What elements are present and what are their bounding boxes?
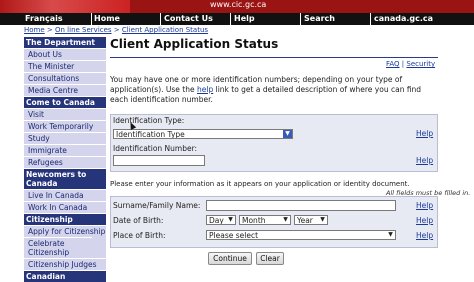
- top-links: FAQ | Security: [386, 60, 435, 68]
- sidebar-heading-canadian: Canadian: [24, 270, 106, 282]
- pob-select[interactable]: Please select ▼: [206, 230, 396, 240]
- site-url: www.cic.gc.ca: [210, 0, 267, 9]
- pob-value: Please select: [209, 231, 259, 240]
- identification-type-select[interactable]: Identification Type ▼: [113, 129, 293, 139]
- intro-paragraph: You may have one or more identification …: [110, 75, 440, 105]
- nav-home[interactable]: Home: [92, 13, 120, 25]
- security-link[interactable]: Security: [406, 60, 435, 68]
- identification-type-label: Identification Type:: [113, 116, 185, 125]
- pob-label: Place of Birth:: [113, 231, 166, 240]
- nav-contact-us[interactable]: Contact Us: [162, 13, 213, 25]
- continue-button[interactable]: Continue: [208, 252, 252, 265]
- sidebar-item-about-us[interactable]: About Us: [24, 48, 106, 60]
- chevron-down-icon: ▼: [388, 231, 393, 238]
- nav-search[interactable]: Search: [302, 13, 335, 25]
- sidebar-heading-department: The Department: [24, 36, 106, 48]
- chevron-down-icon: ▼: [283, 130, 292, 138]
- sidebar-item-refugees[interactable]: Refugees: [24, 156, 106, 168]
- sidebar-heading-come-to-canada: Come to Canada: [24, 96, 106, 108]
- breadcrumb: Home > On line Services > Client Applica…: [24, 26, 208, 34]
- chevron-down-icon: ▼: [320, 216, 325, 223]
- sidebar-item-citizenship-judges[interactable]: Citizenship Judges: [24, 258, 106, 270]
- dob-month-select[interactable]: Month ▼: [239, 215, 291, 225]
- clear-button[interactable]: Clear: [256, 252, 284, 265]
- sidebar-heading-newcomers: Newcomers to Canada: [24, 168, 106, 189]
- intro-help-link[interactable]: help: [197, 85, 213, 94]
- dob-day-select[interactable]: Day ▼: [206, 215, 236, 225]
- identification-number-label: Identification Number:: [113, 144, 198, 153]
- sidebar-item-consultations[interactable]: Consultations: [24, 72, 106, 84]
- main-navbar: Français Home Contact Us Help Search can…: [0, 13, 474, 25]
- top-banner: www.cic.gc.ca: [0, 0, 474, 13]
- breadcrumb-online-services[interactable]: On line Services: [55, 26, 112, 34]
- breadcrumb-home[interactable]: Home: [24, 26, 45, 34]
- sidebar: The Department About Us The Minister Con…: [24, 36, 106, 282]
- nav-separator: [370, 13, 371, 25]
- breadcrumb-separator: >: [113, 26, 120, 34]
- faq-link[interactable]: FAQ: [386, 60, 400, 68]
- identification-type-value: Identification Type: [116, 130, 185, 139]
- dob-year-value: Year: [297, 216, 313, 225]
- sidebar-item-work-temporarily[interactable]: Work Temporarily: [24, 120, 106, 132]
- nav-separator: [230, 13, 231, 25]
- chevron-down-icon: ▼: [283, 216, 288, 223]
- info-instruction: Please enter your information as it appe…: [110, 180, 410, 188]
- links-separator: |: [401, 60, 405, 68]
- dob-day-value: Day: [209, 216, 224, 225]
- title-divider: [110, 57, 438, 58]
- sidebar-item-celebrate-citizenship[interactable]: Celebrate Citizenship: [24, 237, 92, 258]
- nav-separator: [300, 13, 301, 25]
- identification-type-help-link[interactable]: Help: [416, 129, 433, 138]
- surname-input[interactable]: [206, 200, 396, 211]
- surname-help-link[interactable]: Help: [416, 201, 433, 210]
- identification-number-help-link[interactable]: Help: [416, 156, 433, 165]
- nav-francais[interactable]: Français: [23, 13, 63, 25]
- sidebar-heading-citizenship: Citizenship: [24, 213, 106, 225]
- nav-separator: [160, 13, 161, 25]
- surname-label: Surname/Family Name:: [113, 201, 201, 210]
- breadcrumb-current[interactable]: Client Application Status: [122, 26, 208, 34]
- page-title: Client Application Status: [110, 37, 279, 51]
- sidebar-item-the-minister[interactable]: The Minister: [24, 60, 106, 72]
- pob-help-link[interactable]: Help: [416, 231, 433, 240]
- dob-help-link[interactable]: Help: [416, 216, 433, 225]
- dob-label: Date of Birth:: [113, 216, 164, 225]
- canada-flag-banner: [0, 0, 130, 13]
- sidebar-item-apply-citizenship[interactable]: Apply for Citizenship: [24, 225, 106, 237]
- sidebar-item-media-centre[interactable]: Media Centre: [24, 84, 106, 96]
- breadcrumb-separator: >: [46, 26, 53, 34]
- sidebar-item-work-in-canada[interactable]: Work In Canada: [24, 201, 106, 213]
- sidebar-item-visit[interactable]: Visit: [24, 108, 106, 120]
- sidebar-item-live-in-canada[interactable]: Live In Canada: [24, 189, 106, 201]
- sidebar-item-immigrate[interactable]: Immigrate: [24, 144, 106, 156]
- identification-number-input[interactable]: [113, 155, 205, 166]
- nav-help[interactable]: Help: [232, 13, 255, 25]
- nav-canada-gc-ca[interactable]: canada.gc.ca: [372, 13, 433, 25]
- sidebar-item-study[interactable]: Study: [24, 132, 106, 144]
- chevron-down-icon: ▼: [228, 216, 233, 223]
- dob-month-value: Month: [242, 216, 266, 225]
- dob-year-select[interactable]: Year ▼: [294, 215, 328, 225]
